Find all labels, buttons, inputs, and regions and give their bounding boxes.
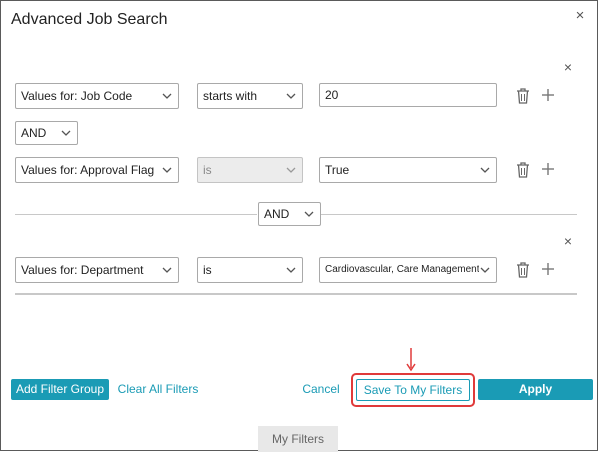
group-2-row-1-operator-value: is — [203, 263, 212, 277]
group-connector-value: AND — [264, 207, 290, 221]
chevron-down-icon — [162, 266, 172, 274]
group-1-row-1-operator-value: starts with — [203, 89, 258, 103]
group-2-row-1-value: Cardiovascular, Care Management, C — [325, 264, 479, 275]
group-1-row-1-field-select[interactable]: Values for: Job Code — [15, 83, 179, 109]
chevron-down-icon — [286, 266, 296, 274]
save-to-my-filters-button[interactable]: Save To My Filters — [356, 379, 470, 401]
chevron-down-icon — [162, 166, 172, 174]
dialog-title: Advanced Job Search — [11, 11, 168, 28]
group-2-bottom-divider — [15, 293, 577, 295]
group-1-row-2-field-value: Values for: Approval Flag — [21, 163, 155, 177]
group-1-row-2-operator-value: is — [203, 163, 212, 177]
chevron-down-icon — [480, 266, 490, 274]
add-row-plus-icon[interactable] — [541, 88, 557, 106]
group-1-row-1-operator-select[interactable]: starts with — [197, 83, 303, 109]
tab-my-filters[interactable]: My Filters — [258, 426, 338, 452]
group-divider-right — [321, 214, 577, 215]
group-connector-select[interactable]: AND — [258, 202, 321, 226]
chevron-down-icon — [61, 129, 71, 137]
group-1-connector-select[interactable]: AND — [15, 121, 78, 145]
group-1-row-2-value: True — [325, 163, 350, 177]
delete-row-trash-icon[interactable] — [515, 161, 531, 179]
group-1-row-2-field-select[interactable]: Values for: Approval Flag — [15, 157, 179, 183]
group-1-row-2-value-select[interactable]: True — [319, 157, 497, 183]
apply-button[interactable]: Apply — [478, 379, 593, 400]
chevron-down-icon — [162, 92, 172, 100]
group-2-row-1-value-select[interactable]: Cardiovascular, Care Management, C — [319, 257, 497, 283]
advanced-job-search-dialog: Advanced Job Search × × Values for: Job … — [0, 0, 598, 452]
group-1-row-2-operator-select: is — [197, 157, 303, 183]
remove-group-2-close-icon[interactable]: × — [561, 234, 575, 248]
group-2-row-1-field-select[interactable]: Values for: Department — [15, 257, 179, 283]
group-2-row-1-field-value: Values for: Department — [21, 263, 144, 277]
cancel-link[interactable]: Cancel — [301, 379, 341, 400]
group-1-connector-value: AND — [21, 126, 47, 140]
delete-row-trash-icon[interactable] — [515, 87, 531, 105]
delete-row-trash-icon[interactable] — [515, 261, 531, 279]
chevron-down-icon — [480, 166, 490, 174]
group-divider-left — [15, 214, 257, 215]
add-row-plus-icon[interactable] — [541, 162, 557, 180]
group-1-row-1-value-input[interactable]: 20 — [319, 83, 497, 107]
chevron-down-icon — [304, 210, 314, 218]
remove-group-1-close-icon[interactable]: × — [561, 60, 575, 74]
group-2-row-1-operator-select[interactable]: is — [197, 257, 303, 283]
group-1-row-1-field-value: Values for: Job Code — [21, 89, 133, 103]
dialog-close-icon[interactable]: × — [573, 8, 587, 23]
clear-all-filters-link[interactable]: Clear All Filters — [117, 379, 199, 400]
add-filter-group-button[interactable]: Add Filter Group — [11, 379, 109, 400]
chevron-down-icon — [286, 166, 296, 174]
chevron-down-icon — [286, 92, 296, 100]
add-row-plus-icon[interactable] — [541, 262, 557, 280]
